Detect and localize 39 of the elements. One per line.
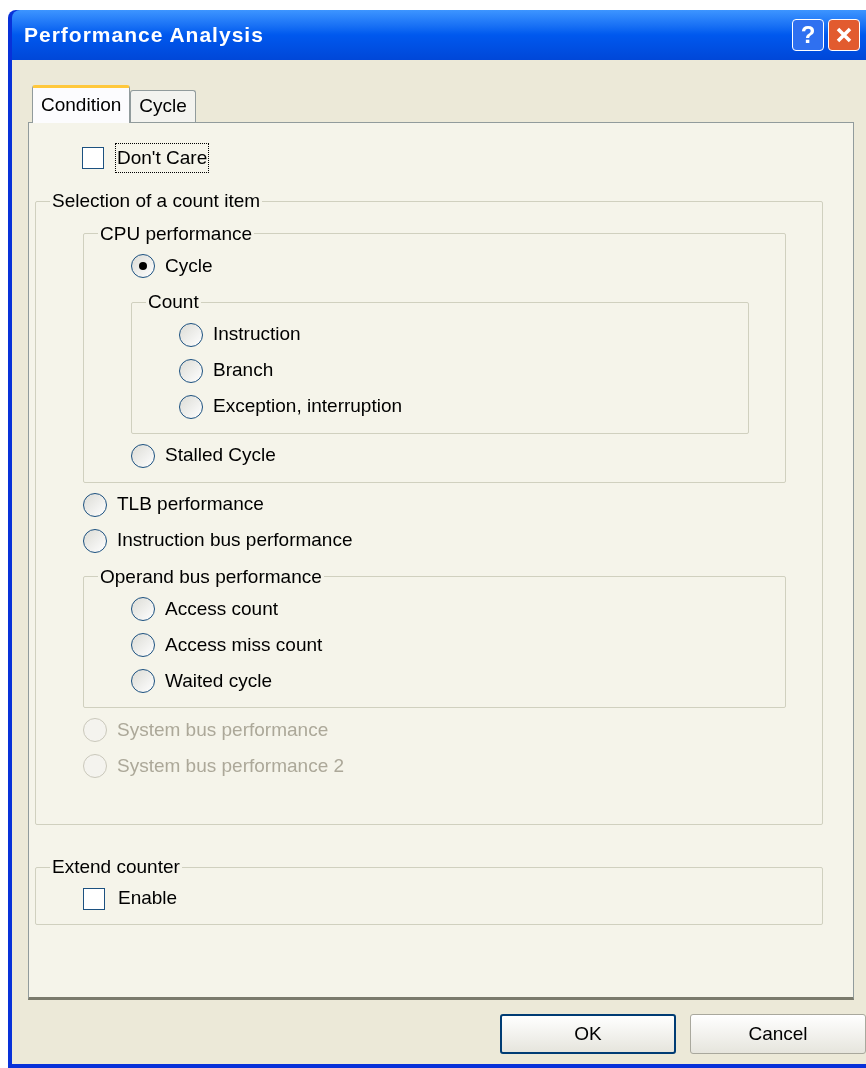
radio-label: System bus performance: [117, 717, 329, 742]
window-title: Performance Analysis: [24, 22, 265, 49]
radio-button[interactable]: [131, 443, 155, 468]
radio-label: Waited cycle: [165, 668, 272, 693]
radio-button[interactable]: [179, 358, 203, 383]
checkbox[interactable]: [82, 147, 104, 169]
tab[interactable]: Cycle: [130, 90, 196, 122]
group-title: Selection of a count item: [51, 189, 262, 213]
dialog-button[interactable]: Cancel: [690, 1014, 866, 1054]
help-button[interactable]: ?: [792, 19, 824, 51]
radio-button[interactable]: [83, 492, 107, 517]
close-button[interactable]: [828, 19, 860, 51]
radio-label: Access count: [165, 596, 278, 621]
group-title: Extend counter: [51, 855, 181, 879]
radio-button[interactable]: [179, 322, 203, 347]
radio-button[interactable]: [131, 633, 155, 657]
group-title: CPU performance: [99, 221, 254, 246]
group-title: Count: [147, 290, 200, 314]
dialog-button[interactable]: OK: [500, 1014, 676, 1054]
radio-label: Exception, interruption: [213, 394, 403, 419]
radio-label: TLB performance: [117, 492, 264, 517]
radio-label: Instruction bus performance: [117, 528, 353, 553]
checkbox[interactable]: [83, 887, 105, 910]
radio-button[interactable]: [131, 254, 155, 278]
radio-label: System bus performance 2: [117, 753, 345, 778]
checkbox-label: Enable: [117, 886, 179, 911]
checkbox-label: Don't Care: [116, 143, 209, 173]
radio-label: Access miss count: [165, 632, 323, 657]
radio-label: Cycle: [165, 253, 213, 278]
radio-button[interactable]: [179, 394, 203, 419]
close-icon: [835, 26, 853, 44]
radio-label: Instruction: [213, 322, 301, 347]
tab[interactable]: Condition: [32, 85, 131, 123]
group-title: Operand bus performance: [99, 564, 323, 589]
radio-button[interactable]: [83, 528, 107, 553]
radio-label: Stalled Cycle: [165, 443, 276, 468]
radio-button[interactable]: [131, 669, 155, 693]
radio-label: Branch: [213, 358, 274, 383]
radio-button[interactable]: [131, 597, 155, 621]
